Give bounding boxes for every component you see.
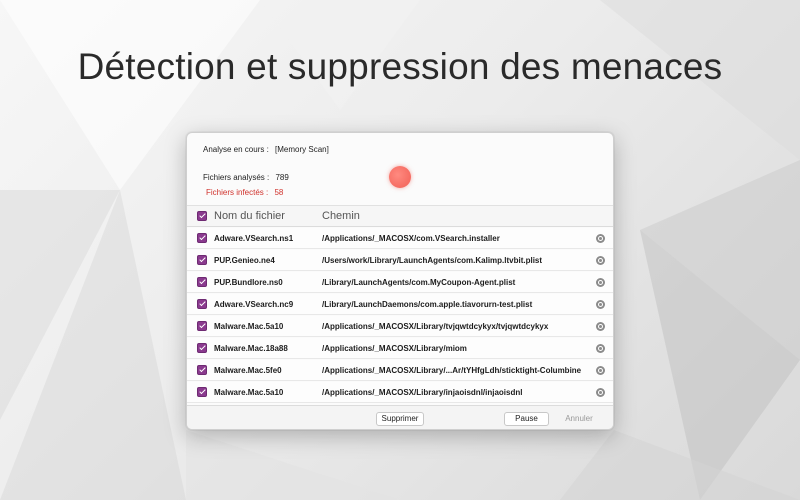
file-path: /Applications/_MACOSX/Library/tvjqwtdcyk… <box>322 322 549 331</box>
table-row[interactable]: PUP.Genieo.ne4 /Users/work/Library/Launc… <box>187 250 613 271</box>
file-path: /Applications/_MACOSX/com.VSearch.instal… <box>322 234 500 243</box>
row-checkbox[interactable] <box>197 343 207 353</box>
file-name: Malware.Mac.18a88 <box>214 344 288 353</box>
table-row[interactable]: PUP.Bundlore.ns0 /Library/LaunchAgents/c… <box>187 272 613 293</box>
delete-button[interactable]: Supprimer <box>376 412 424 426</box>
magnifier-icon[interactable] <box>596 300 605 309</box>
row-checkbox[interactable] <box>197 321 207 331</box>
table-row[interactable]: Adware.VSearch.nc9 /Library/LaunchDaemon… <box>187 294 613 315</box>
magnifier-icon[interactable] <box>596 234 605 243</box>
row-checkbox[interactable] <box>197 277 207 287</box>
infected-files-count: 58 <box>274 188 284 197</box>
infected-files-line: Fichiers infectés : 58 <box>206 188 283 197</box>
column-header-name[interactable]: Nom du fichier <box>214 210 285 222</box>
page-headline: Détection et suppression des menaces <box>77 46 723 87</box>
file-name: PUP.Genieo.ne4 <box>214 256 275 265</box>
scan-status-line: Analyse en cours : [Memory Scan] <box>203 145 329 154</box>
magnifier-icon[interactable] <box>596 278 605 287</box>
file-path: /Applications/_MACOSX/Library/injaoisdnl… <box>322 388 523 397</box>
magnifier-icon[interactable] <box>596 322 605 331</box>
table-row[interactable]: Malware.Mac.18a88 /Applications/_MACOSX/… <box>187 338 613 359</box>
files-scanned-label: Fichiers analysés : <box>203 173 270 182</box>
file-name: Malware.Mac.5a10 <box>214 322 284 331</box>
file-path: /Library/LaunchDaemons/com.apple.tiavoru… <box>322 300 533 309</box>
action-footer: Supprimer Pause Annuler <box>187 405 613 429</box>
table-row[interactable]: Malware.Mac.5fe0 /Applications/_MACOSX/L… <box>187 360 613 381</box>
files-scanned-line: Fichiers analysés : 789 <box>203 173 289 182</box>
magnifier-icon[interactable] <box>596 256 605 265</box>
row-checkbox[interactable] <box>197 365 207 375</box>
table-header: Nom du fichier Chemin <box>187 205 613 227</box>
row-checkbox[interactable] <box>197 233 207 243</box>
column-header-path[interactable]: Chemin <box>322 210 360 222</box>
file-name: Adware.VSearch.nc9 <box>214 300 294 309</box>
magnifier-icon[interactable] <box>596 344 605 353</box>
file-path: /Library/LaunchAgents/com.MyCoupon-Agent… <box>322 278 516 287</box>
magnifier-icon[interactable] <box>596 388 605 397</box>
scan-window: Analyse en cours : [Memory Scan] Fichier… <box>186 132 614 430</box>
scan-status-panel: Analyse en cours : [Memory Scan] Fichier… <box>187 133 613 205</box>
file-path: /Applications/_MACOSX/Library/miom <box>322 344 467 353</box>
file-name: PUP.Bundlore.ns0 <box>214 278 283 287</box>
scan-activity-indicator <box>389 166 411 188</box>
threat-list: Adware.VSearch.ns1 /Applications/_MACOSX… <box>187 228 613 404</box>
row-checkbox[interactable] <box>197 299 207 309</box>
scan-value: [Memory Scan] <box>275 145 329 154</box>
table-row[interactable]: Malware.Mac.5a10 /Applications/_MACOSX/L… <box>187 316 613 337</box>
row-checkbox[interactable] <box>197 255 207 265</box>
file-name: Adware.VSearch.ns1 <box>214 234 294 243</box>
files-scanned-count: 789 <box>275 173 289 182</box>
select-all-checkbox[interactable] <box>197 211 207 221</box>
pause-button[interactable]: Pause <box>504 412 549 426</box>
infected-files-label: Fichiers infectés : <box>206 188 269 197</box>
file-name: Malware.Mac.5fe0 <box>214 366 282 375</box>
scan-label: Analyse en cours : <box>203 145 269 154</box>
magnifier-icon[interactable] <box>596 366 605 375</box>
table-row[interactable]: Malware.Mac.5a10 /Applications/_MACOSX/L… <box>187 382 613 403</box>
table-row[interactable]: Adware.VSearch.ns1 /Applications/_MACOSX… <box>187 228 613 249</box>
file-name: Malware.Mac.5a10 <box>214 388 284 397</box>
file-path: /Users/work/Library/LaunchAgents/com.Kal… <box>322 256 543 265</box>
cancel-button[interactable]: Annuler <box>559 412 599 426</box>
file-path: /Applications/_MACOSX/Library/...Ar/tYHf… <box>322 366 582 375</box>
row-checkbox[interactable] <box>197 387 207 397</box>
